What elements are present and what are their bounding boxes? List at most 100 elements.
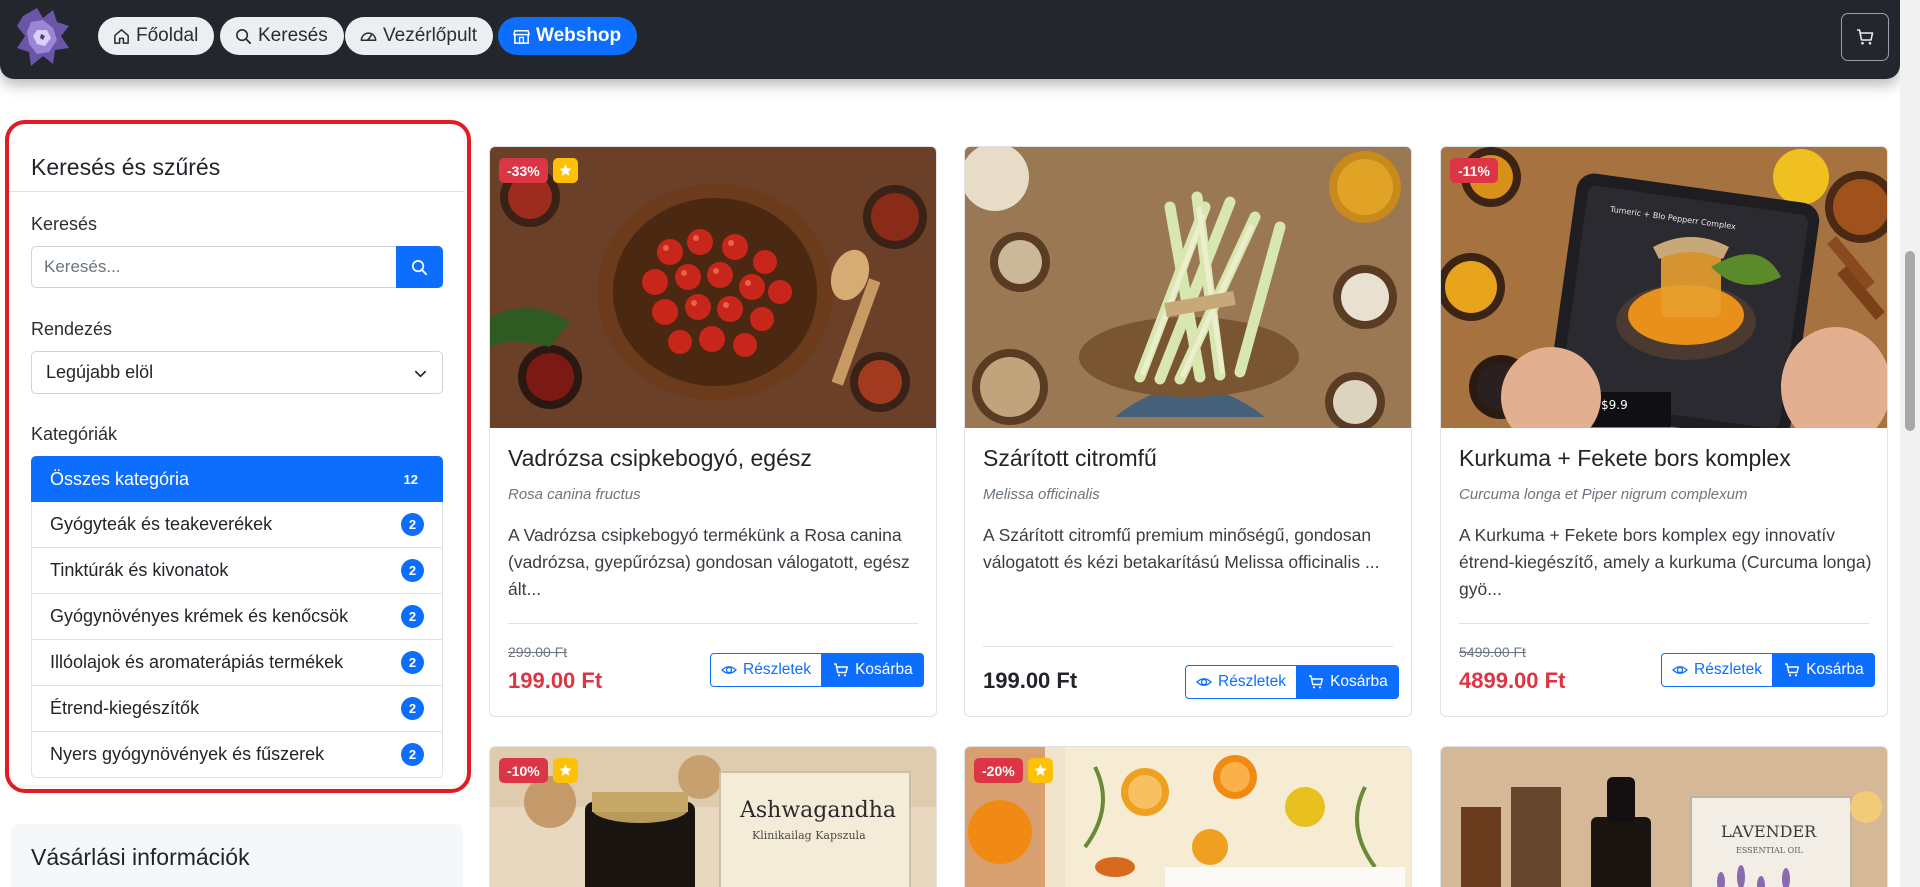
product-title[interactable]: Vadrózsa csipkebogyó, egész (508, 445, 812, 472)
purchase-info-title: Vásárlási információk (31, 844, 250, 870)
nav-search[interactable]: Keresés (220, 17, 344, 55)
category-list: Összes kategória 12 Gyógyteák és teakeve… (31, 456, 443, 778)
category-count-badge: 2 (401, 697, 424, 720)
nav-webshop[interactable]: Webshop (498, 17, 638, 55)
product-price: 199.00 Ft (983, 668, 1078, 693)
category-item-creams[interactable]: Gyógynövényes krémek és kenőcsök 2 (31, 594, 443, 640)
product-old-price: 5499.00 Ft (1459, 644, 1526, 660)
category-item-teas[interactable]: Gyógyteák és teakeverékek 2 (31, 502, 443, 548)
card-divider (1459, 623, 1869, 624)
card-divider (983, 646, 1393, 647)
star-icon (559, 164, 572, 176)
product-image-rosehip[interactable] (490, 147, 937, 428)
details-button[interactable]: Részletek (1185, 665, 1298, 699)
featured-badge (1027, 758, 1053, 783)
product-description: A Szárított citromfű premium minőségű, g… (983, 525, 1380, 572)
dashboard-icon (360, 31, 377, 41)
details-button-label: Részletek (1694, 661, 1763, 678)
product-actions: Részletek Kosárba (1661, 653, 1875, 687)
details-button[interactable]: Részletek (1661, 653, 1774, 687)
product-description: A Kurkuma + Fekete bors komplex egy inno… (1459, 525, 1872, 599)
home-icon (114, 28, 129, 44)
image-box-subtext: Klinikailag Kapszula (752, 829, 866, 842)
product-badges: -33% (499, 158, 578, 183)
category-count-badge: 12 (403, 471, 418, 487)
product-card[interactable]: LAVENDER ESSENTIAL OIL (1440, 746, 1888, 887)
discount-badge: -11% (1450, 158, 1498, 183)
add-to-cart-label: Kosárba (1806, 661, 1864, 678)
discount-badge: -20% (974, 758, 1023, 783)
product-card[interactable]: Ashwagandha Klinikailag Kapszula -10% (489, 746, 937, 887)
cart-icon (834, 663, 849, 677)
eye-icon (721, 666, 737, 674)
star-icon (559, 764, 572, 776)
add-to-cart-button[interactable]: Kosárba (1297, 665, 1399, 699)
product-latin-name: Melissa officinalis (983, 486, 1100, 503)
category-item-herbs[interactable]: Nyers gyógynövények és fűszerek 2 (31, 732, 443, 778)
search-label: Keresés (31, 214, 98, 234)
product-title[interactable]: Kurkuma + Fekete bors komplex (1459, 445, 1791, 472)
search-group (31, 246, 443, 288)
category-item-all[interactable]: Összes kategória 12 (31, 456, 443, 502)
cart-button[interactable] (1841, 13, 1889, 61)
scrollbar-thumb[interactable] (1905, 251, 1915, 431)
product-actions: Részletek Kosárba (710, 653, 924, 687)
categories-label: Kategóriák (31, 424, 118, 444)
discount-badge: -10% (499, 758, 548, 783)
category-label: Étrend-kiegészítők (50, 698, 200, 718)
add-to-cart-label: Kosárba (1330, 673, 1388, 690)
nav-webshop-label: Webshop (536, 25, 622, 46)
category-item-supplements[interactable]: Étrend-kiegészítők 2 (31, 686, 443, 732)
category-label: Nyers gyógynövények és fűszerek (50, 744, 325, 764)
category-count-badge: 2 (401, 743, 424, 766)
product-card[interactable]: $9.9 Tumeric + Blo Pepperr Complex -11% … (1440, 146, 1888, 717)
image-box-text: Ashwagandha (739, 798, 896, 823)
category-count-badge: 2 (401, 513, 424, 536)
discount-badge: -33% (499, 158, 548, 183)
category-label: Összes kategória (50, 468, 190, 489)
add-to-cart-button[interactable]: Kosárba (822, 653, 924, 687)
cart-icon (1857, 29, 1874, 45)
product-card[interactable]: Szárított citromfű Melissa officinalis A… (964, 146, 1412, 717)
category-item-tinctures[interactable]: Tinktúrák és kivonatok 2 (31, 548, 443, 594)
product-price: 4899.00 Ft (1459, 668, 1566, 693)
top-navbar: Főoldal Keresés Vezérlőpult Webshop (0, 0, 1900, 79)
details-button[interactable]: Részletek (710, 653, 823, 687)
nav-home-label: Főoldal (136, 25, 199, 46)
add-to-cart-button[interactable]: Kosárba (1773, 653, 1875, 687)
product-price: 199.00 Ft (508, 668, 603, 693)
category-count-badge: 2 (401, 559, 424, 582)
category-item-oils[interactable]: Illóolajok és aromaterápiás termékek 2 (31, 640, 443, 686)
category-label: Gyógynövényes krémek és kenőcsök (50, 606, 349, 626)
nav-home[interactable]: Főoldal (98, 17, 215, 55)
category-label: Gyógyteák és teakeverékek (50, 514, 273, 534)
sort-label: Rendezés (31, 319, 113, 339)
page-scrollbar[interactable] (1900, 0, 1920, 887)
store-icon (513, 29, 530, 44)
image-box-subtext: ESSENTIAL OIL (1736, 846, 1803, 855)
featured-badge (552, 758, 578, 783)
image-price-text: $9.9 (1601, 398, 1628, 412)
cart-icon (1785, 663, 1800, 677)
product-badges: -10% (499, 758, 578, 783)
sort-select[interactable]: Legújabb elöl (31, 351, 443, 394)
product-description: A Vadrózsa csipkebogyó termékünk a Rosa … (508, 525, 910, 599)
nav-search-label: Keresés (258, 25, 328, 46)
category-count-badge: 2 (401, 605, 424, 628)
product-card[interactable]: -33% Vadrózsa csipkebogyó, egész Rosa ca… (489, 146, 937, 717)
product-card[interactable]: -20% (964, 746, 1412, 887)
product-latin-name: Curcuma longa et Piper nigrum complexum (1459, 486, 1748, 503)
search-button[interactable] (396, 246, 443, 288)
category-count-badge: 2 (401, 651, 424, 674)
eye-icon (1672, 666, 1688, 674)
sort-select-value: Legújabb elöl (46, 362, 154, 382)
product-image-turmeric[interactable]: $9.9 Tumeric + Blo Pepperr Complex (1441, 147, 1888, 428)
product-image-lemongrass[interactable] (965, 147, 1412, 428)
product-actions: Részletek Kosárba (1185, 665, 1399, 699)
purchase-info-card: Vásárlási információk (11, 824, 463, 887)
nav-dashboard[interactable]: Vezérlőpult (345, 17, 494, 55)
product-title[interactable]: Szárított citromfű (983, 445, 1157, 472)
search-input[interactable] (31, 246, 396, 288)
product-image-lavender-oil[interactable]: LAVENDER ESSENTIAL OIL (1441, 747, 1888, 887)
logo-icon[interactable] (13, 4, 75, 70)
